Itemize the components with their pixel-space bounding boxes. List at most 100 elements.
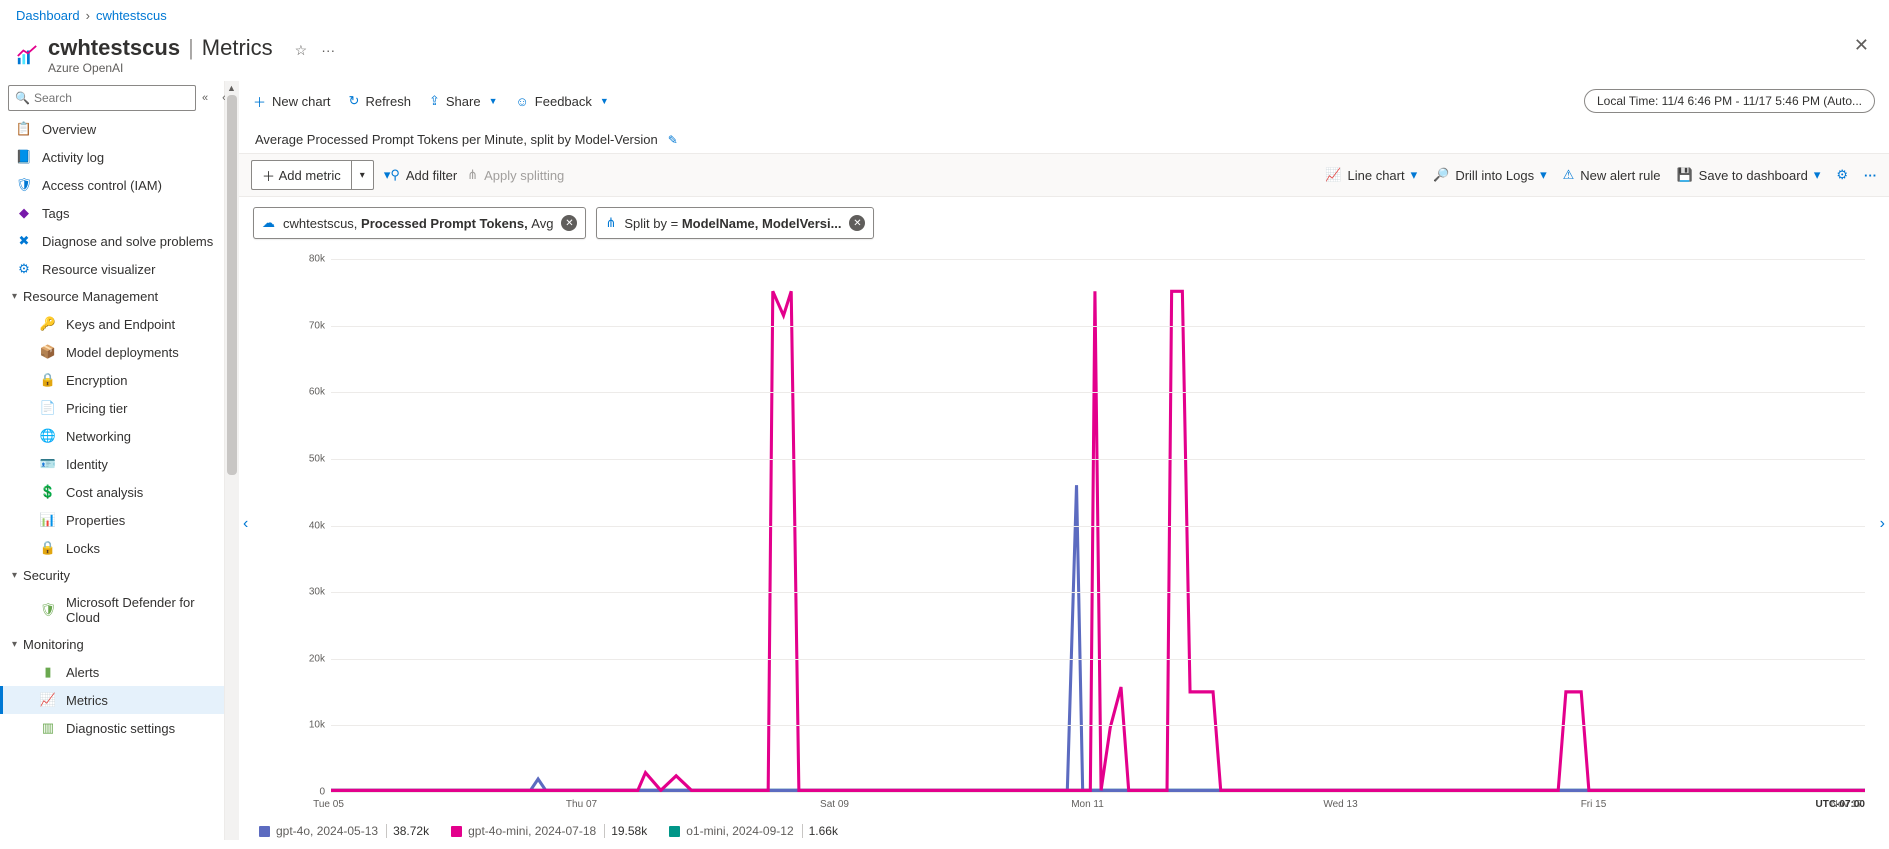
- favorite-star-icon[interactable]: ☆: [295, 42, 308, 59]
- remove-pill-icon[interactable]: ✕: [561, 215, 577, 231]
- nav-item-icon: 🛡: [40, 602, 56, 618]
- legend-swatch: [451, 826, 462, 837]
- nav-item-icon: 📈: [40, 692, 56, 708]
- time-range-picker[interactable]: Local Time: 11/4 6:46 PM - 11/17 5:46 PM…: [1584, 89, 1875, 113]
- legend-swatch: [259, 826, 270, 837]
- sidebar-group-monitoring[interactable]: ▾Monitoring: [0, 631, 224, 658]
- sidebar-item-resource-visualizer[interactable]: ⚙ Resource visualizer: [0, 255, 224, 283]
- page-title-sep: |: [188, 35, 194, 61]
- series-line: [331, 291, 1865, 790]
- drill-into-logs-button[interactable]: 🔎 Drill into Logs ▾: [1433, 167, 1546, 183]
- remove-pill-icon[interactable]: ✕: [849, 215, 865, 231]
- sidebar-item-encryption[interactable]: 🔒 Encryption: [0, 366, 224, 394]
- nav-item-icon: 🔒: [40, 372, 56, 388]
- nav-item-label: Encryption: [66, 373, 127, 388]
- add-metric-button[interactable]: ＋ Add metric ▾: [251, 160, 374, 190]
- refresh-button[interactable]: ↻ Refresh: [349, 93, 411, 109]
- sidebar-item-properties[interactable]: 📊Properties: [0, 506, 224, 534]
- gridline: [331, 326, 1865, 327]
- next-chart-arrow[interactable]: ›: [1880, 515, 1885, 533]
- nav-item-label: Pricing tier: [66, 401, 127, 416]
- new-chart-button[interactable]: ＋ New chart: [253, 92, 331, 111]
- sidebar-item-cost-analysis[interactable]: 💲Cost analysis: [0, 478, 224, 506]
- add-metric-dropdown[interactable]: ▾: [351, 160, 374, 190]
- split-pill[interactable]: ⋔ Split by = ModelName, ModelVersi... ✕: [596, 207, 874, 239]
- chart-type-dropdown[interactable]: 📈 Line chart ▾: [1325, 167, 1417, 183]
- sidebar-scrollbar[interactable]: ▲: [225, 81, 239, 840]
- sidebar-item-keys-and-endpoint[interactable]: 🔑Keys and Endpoint: [0, 310, 224, 338]
- chevron-down-icon: ▾: [12, 570, 17, 581]
- nav-item-icon: 📘: [16, 149, 32, 165]
- plus-icon: ＋: [253, 92, 266, 111]
- sidebar-item-metrics[interactable]: 📈Metrics: [0, 686, 224, 714]
- gridline: [331, 526, 1865, 527]
- nav-item-icon: 🌐: [40, 428, 56, 444]
- new-alert-rule-button[interactable]: ⚠ New alert rule: [1563, 167, 1661, 183]
- settings-gear-icon[interactable]: ⚙: [1836, 167, 1848, 183]
- sidebar-item-overview[interactable]: 📋Overview: [0, 115, 224, 143]
- legend-label: gpt-4o, 2024-05-13: [276, 824, 378, 838]
- sidebar-group-security[interactable]: ▾ Security: [0, 562, 224, 589]
- nav-item-label: Access control (IAM): [42, 178, 162, 193]
- main-content: ＋ New chart ↻ Refresh ⇪ Share ▼ ☺ Feedba…: [239, 81, 1889, 840]
- sidebar-item-activity-log[interactable]: 📘 Activity log: [0, 143, 224, 171]
- nav-item-label: Identity: [66, 457, 108, 472]
- nav-item-label: Alerts: [66, 665, 99, 680]
- sidebar-item-diagnostic-settings[interactable]: ▥Diagnostic settings: [0, 714, 224, 742]
- gridline: [331, 259, 1865, 260]
- sidebar-item-microsoft-defender-for-cloud[interactable]: 🛡 Microsoft Defender for Cloud: [0, 589, 224, 631]
- breadcrumb-dashboard[interactable]: Dashboard: [16, 8, 80, 23]
- feedback-button[interactable]: ☺ Feedback ▼: [516, 94, 609, 109]
- add-filter-button[interactable]: ▾⚲ Add filter: [384, 167, 457, 183]
- nav-item-icon: ✖: [16, 233, 32, 249]
- sidebar-scrollbar-thumb[interactable]: [227, 95, 237, 475]
- sidebar-item-locks[interactable]: 🔒Locks: [0, 534, 224, 562]
- x-axis-label: Wed 13: [1323, 799, 1357, 810]
- prev-chart-arrow[interactable]: ‹: [243, 515, 248, 533]
- y-axis-label: 70k: [291, 320, 325, 331]
- nav-item-label: Networking: [66, 429, 131, 444]
- nav-item-label: Activity log: [42, 150, 104, 165]
- close-blade-button[interactable]: ✕: [1854, 35, 1869, 56]
- nav-item-label: Model deployments: [66, 345, 179, 360]
- sidebar-item-alerts[interactable]: ▮ Alerts: [0, 658, 224, 686]
- scroll-up-arrow[interactable]: ▲: [227, 83, 236, 93]
- sidebar-group-resource-management[interactable]: ▾Resource Management: [0, 283, 224, 310]
- nav-item-icon: 🛡: [16, 177, 32, 193]
- nav-item-label: Cost analysis: [66, 485, 143, 500]
- nav-item-label: Resource visualizer: [42, 262, 155, 277]
- sidebar-item-access-control-iam-[interactable]: 🛡 Access control (IAM): [0, 171, 224, 199]
- more-options-icon[interactable]: ···: [1864, 168, 1877, 183]
- save-to-dashboard-button[interactable]: 💾 Save to dashboard ▾: [1676, 167, 1820, 183]
- sidebar-item-pricing-tier[interactable]: 📄Pricing tier: [0, 394, 224, 422]
- nav-group-label: Security: [23, 568, 70, 583]
- legend-item[interactable]: gpt-4o, 2024-05-1338.72k: [259, 824, 429, 838]
- metric-pill[interactable]: ☁ cwhtestscus, Processed Prompt Tokens, …: [253, 207, 586, 239]
- breadcrumb-resource[interactable]: cwhtestscus: [96, 8, 167, 23]
- save-icon: 💾: [1676, 167, 1692, 183]
- chart-plot[interactable]: 010k20k30k40k50k60k70k80k: [291, 259, 1865, 792]
- more-actions-icon[interactable]: ···: [321, 42, 335, 59]
- nav-item-icon: ▮: [40, 664, 56, 680]
- breadcrumb-sep: ›: [86, 8, 90, 23]
- sidebar-item-model-deployments[interactable]: 📦 Model deployments: [0, 338, 224, 366]
- legend-value: 19.58k: [604, 824, 647, 838]
- page-title-resource: cwhtestscus: [48, 35, 180, 61]
- nav-item-label: Microsoft Defender for Cloud: [66, 595, 214, 625]
- legend-item[interactable]: gpt-4o-mini, 2024-07-1819.58k: [451, 824, 647, 838]
- nav-item-icon: 📦: [40, 344, 56, 360]
- x-axis-label: Sat 09: [820, 799, 849, 810]
- nav-item-icon: ⚙: [16, 261, 32, 277]
- gridline: [331, 459, 1865, 460]
- y-axis-label: 40k: [291, 520, 325, 531]
- share-button[interactable]: ⇪ Share ▼: [429, 93, 498, 109]
- sidebar-item-tags[interactable]: ◆Tags: [0, 199, 224, 227]
- edit-title-icon[interactable]: ✎: [668, 133, 678, 147]
- collapse-sidebar-icon[interactable]: «: [202, 92, 208, 104]
- sidebar-item-diagnose-and-solve-problems[interactable]: ✖Diagnose and solve problems: [0, 227, 224, 255]
- legend-item[interactable]: o1-mini, 2024-09-121.66k: [669, 824, 838, 838]
- sidebar-search[interactable]: 🔍: [8, 85, 196, 111]
- sidebar-item-identity[interactable]: 🪪Identity: [0, 450, 224, 478]
- sidebar-search-input[interactable]: [34, 91, 189, 105]
- sidebar-item-networking[interactable]: 🌐 Networking: [0, 422, 224, 450]
